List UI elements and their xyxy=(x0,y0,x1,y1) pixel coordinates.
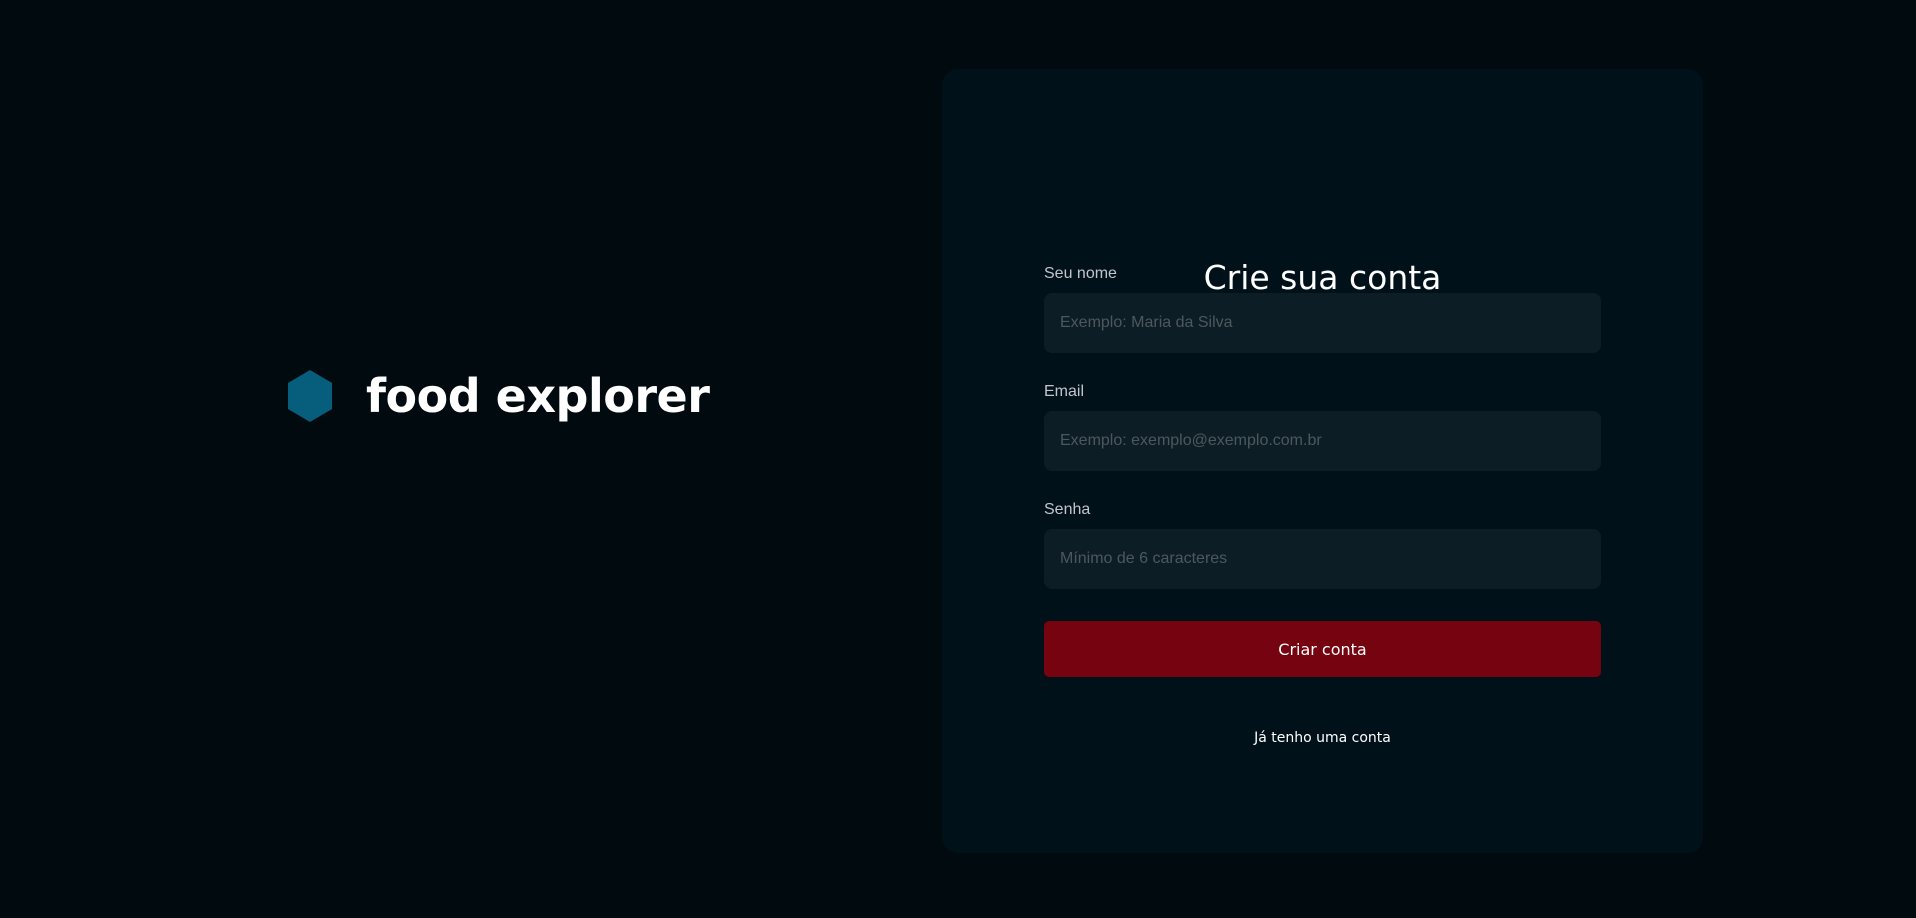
name-field-group: Seu nome xyxy=(1044,264,1601,353)
email-input[interactable] xyxy=(1044,410,1601,471)
name-label: Seu nome xyxy=(1044,265,1117,282)
password-label: Senha xyxy=(1044,501,1091,518)
email-field-group: Email xyxy=(1044,382,1601,471)
brand-name: food explorer xyxy=(366,369,710,423)
password-input[interactable] xyxy=(1044,528,1601,589)
create-account-button[interactable]: Criar conta xyxy=(1044,621,1601,677)
login-link[interactable]: Já tenho uma conta xyxy=(1044,730,1601,746)
hexagon-icon xyxy=(288,370,332,422)
brand-logo: food explorer xyxy=(286,369,710,423)
email-label: Email xyxy=(1044,383,1085,400)
password-field-group: Senha xyxy=(1044,500,1601,589)
name-input[interactable] xyxy=(1044,292,1601,353)
